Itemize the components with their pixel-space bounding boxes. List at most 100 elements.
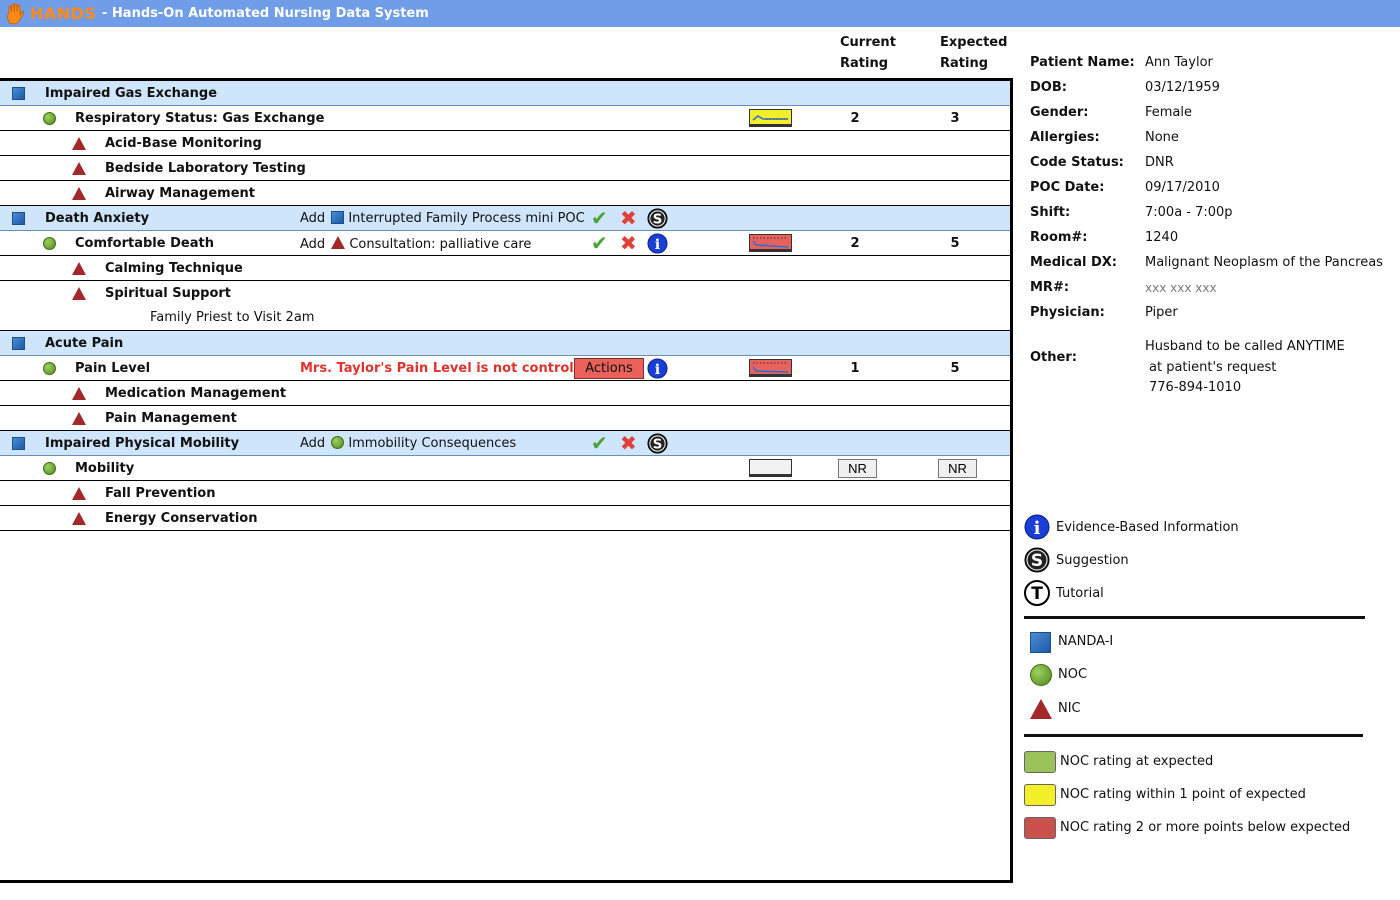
reject-x-icon[interactable]: ✖	[620, 433, 641, 454]
pain-alert-text: Mrs. Taylor's Pain Level is not controll…	[300, 361, 602, 376]
nic-triangle-icon	[72, 187, 86, 200]
medical-dx-value: Malignant Neoplasm of the Pancreas	[1145, 255, 1383, 270]
nanda-row[interactable]: Death Anxiety Add Interrupted Family Pro…	[0, 206, 1010, 231]
noc-row[interactable]: Pain Level Mrs. Taylor's Pain Level is n…	[0, 356, 1010, 381]
nic-label: Energy Conservation	[105, 511, 258, 526]
shift-value: 7:00a - 7:00p	[1145, 205, 1233, 220]
nanda-row[interactable]: Impaired Gas Exchange	[0, 81, 1010, 106]
trend-graph-button[interactable]	[749, 459, 792, 477]
app-logo-text: HANDS	[30, 4, 97, 23]
nanda-label: Death Anxiety	[45, 211, 150, 226]
nanda-row[interactable]: Impaired Physical Mobility Add Immobilit…	[0, 431, 1010, 456]
noc-label: Respiratory Status: Gas Exchange	[75, 111, 325, 126]
physician-value: Piper	[1145, 305, 1178, 320]
legend-suggestion-label: Suggestion	[1056, 553, 1129, 568]
nic-label: Medication Management	[105, 386, 287, 401]
patient-name-label: Patient Name:	[1030, 55, 1135, 70]
allergies-label: Allergies:	[1030, 130, 1100, 145]
noc-circle-icon	[43, 462, 56, 475]
svg-text:S: S	[653, 437, 663, 452]
current-rating-header: Current Rating	[840, 32, 896, 74]
suggestion-icon[interactable]: S	[647, 433, 668, 454]
noc-label: Pain Level	[75, 361, 151, 376]
other-label: Other:	[1030, 350, 1077, 365]
noc-circle-icon	[331, 436, 345, 449]
nic-triangle-icon	[72, 487, 86, 500]
nic-triangle-icon	[72, 262, 86, 275]
nic-note: Family Priest to Visit 2am	[150, 310, 315, 325]
physician-label: Physician:	[1030, 305, 1105, 320]
nanda-label: Impaired Gas Exchange	[45, 86, 218, 101]
add-suggestion-label: Immobility Consequences	[348, 436, 517, 451]
current-rating-nr-button[interactable]: NR	[838, 459, 877, 478]
nic-label: Airway Management	[105, 186, 256, 201]
nanda-row[interactable]: Acute Pain	[0, 331, 1010, 356]
info-icon: i	[1024, 514, 1050, 540]
accept-check-icon[interactable]: ✔	[591, 208, 612, 229]
medical-dx-label: Medical DX:	[1030, 255, 1117, 270]
current-rating-value: 1	[850, 361, 860, 376]
nanda-square-icon	[12, 212, 25, 225]
patient-name-value: Ann Taylor	[1145, 55, 1213, 70]
nic-triangle-icon	[331, 236, 346, 249]
suggestion-icon[interactable]: S	[647, 208, 668, 229]
legend-divider	[1024, 616, 1365, 619]
legend-tutorial-label: Tutorial	[1056, 586, 1104, 601]
nic-row[interactable]: Airway Management	[0, 181, 1010, 206]
nic-row[interactable]: Medication Management	[0, 381, 1010, 406]
nic-row[interactable]: Bedside Laboratory Testing	[0, 156, 1010, 181]
current-rating-value: 2	[850, 236, 860, 251]
svg-text:i: i	[1034, 518, 1041, 539]
gender-value: Female	[1145, 105, 1193, 120]
add-suggestion-label: Consultation: palliative care	[349, 237, 532, 252]
legend-red-label: NOC rating 2 or more points below expect…	[1060, 820, 1351, 835]
svg-text:i: i	[655, 237, 661, 253]
reject-x-icon[interactable]: ✖	[620, 233, 641, 254]
nic-row[interactable]: Calming Technique	[0, 256, 1010, 281]
poc-date-value: 09/17/2010	[1145, 180, 1220, 195]
legend-info-label: Evidence-Based Information	[1056, 520, 1239, 535]
nic-row[interactable]: Fall Prevention	[0, 481, 1010, 506]
expected-rating-value: 5	[950, 361, 960, 376]
trend-graph-button[interactable]	[749, 109, 792, 127]
info-icon[interactable]: i	[647, 233, 668, 254]
add-prefix: Add	[300, 436, 326, 451]
nic-row[interactable]: Spiritual Support Family Priest to Visit…	[0, 281, 1010, 331]
nic-row[interactable]: Energy Conservation	[0, 506, 1010, 531]
noc-circle-icon	[1030, 664, 1052, 686]
reject-x-icon[interactable]: ✖	[620, 208, 641, 229]
noc-circle-icon	[43, 362, 56, 375]
trend-line-icon	[752, 237, 789, 248]
legend-yellow-label: NOC rating within 1 point of expected	[1060, 787, 1306, 802]
yellow-swatch	[1024, 784, 1056, 806]
noc-row[interactable]: Mobility NR NR	[0, 456, 1010, 481]
expected-rating-header: Expected Rating	[940, 32, 1007, 74]
info-icon[interactable]: i	[647, 358, 668, 379]
legend-green-label: NOC rating at expected	[1060, 754, 1214, 769]
expected-rating-nr-button[interactable]: NR	[938, 459, 977, 478]
code-status-value: DNR	[1145, 155, 1174, 170]
nic-triangle-icon	[72, 387, 86, 400]
noc-row[interactable]: Respiratory Status: Gas Exchange 2 3	[0, 106, 1010, 131]
noc-label: Mobility	[75, 461, 135, 476]
legend-divider	[1024, 734, 1363, 737]
nic-row[interactable]: Acid-Base Monitoring	[0, 131, 1010, 156]
expected-rating-value: 3	[950, 111, 960, 126]
add-suggestion-label: Interrupted Family Process mini POC	[348, 211, 585, 226]
svg-text:S: S	[653, 212, 663, 227]
nic-label: Fall Prevention	[105, 486, 216, 501]
gender-label: Gender:	[1030, 105, 1089, 120]
svg-text:T: T	[1031, 584, 1043, 604]
dob-value: 03/12/1959	[1145, 80, 1220, 95]
accept-check-icon[interactable]: ✔	[591, 433, 612, 454]
nanda-square-icon	[12, 337, 25, 350]
actions-button[interactable]: Actions	[574, 358, 644, 379]
accept-check-icon[interactable]: ✔	[591, 233, 612, 254]
noc-row[interactable]: Comfortable Death Add Consultation: pall…	[0, 231, 1010, 256]
nanda-square-icon	[12, 87, 25, 100]
trend-graph-button[interactable]	[749, 359, 792, 377]
nanda-label: Impaired Physical Mobility	[45, 436, 240, 451]
other-note-line: Husband to be called ANYTIME	[1145, 339, 1345, 354]
nic-row[interactable]: Pain Management	[0, 406, 1010, 431]
trend-graph-button[interactable]	[749, 234, 792, 252]
